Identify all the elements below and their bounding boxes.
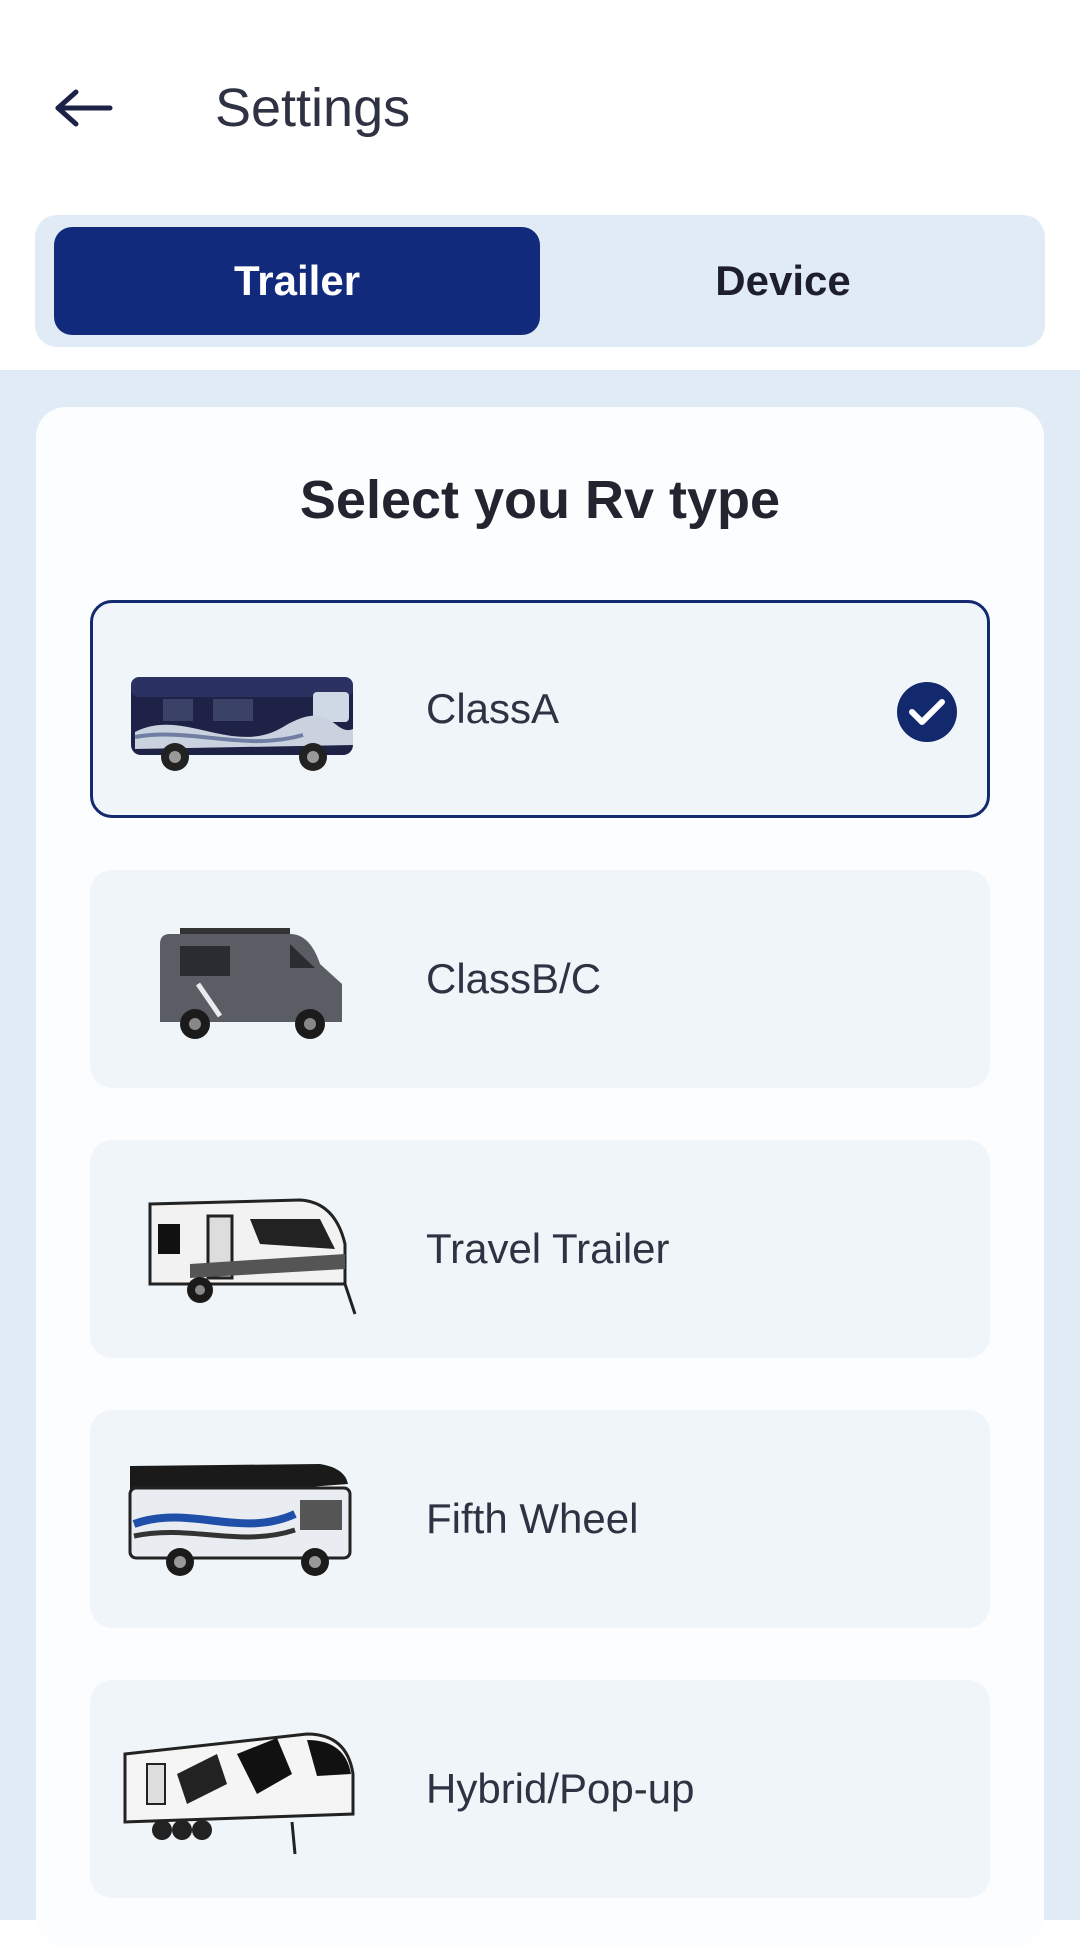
rv-option-class-a[interactable]: ClassA	[90, 600, 990, 818]
app-header: Settings	[0, 0, 1080, 215]
rv-option-fifth-wheel[interactable]: Fifth Wheel	[90, 1410, 990, 1628]
rv-option-label: Hybrid/Pop-up	[426, 1765, 695, 1812]
back-button[interactable]	[44, 70, 124, 146]
rv-option-label: ClassB/C	[426, 955, 602, 1002]
segmented-control: Trailer Device	[35, 215, 1045, 347]
arrow-left-icon	[55, 89, 113, 127]
rv-option-label: Travel Trailer	[426, 1225, 670, 1272]
travel-trailer-image	[148, 1198, 357, 1315]
tab-device[interactable]: Device	[540, 227, 1026, 335]
card-title: Select you Rv type	[299, 470, 781, 530]
hybrid-popup-image	[123, 1732, 355, 1855]
rv-option-class-b-c[interactable]: ClassB/C	[90, 870, 990, 1088]
rv-option-travel-trailer[interactable]: Travel Trailer	[90, 1140, 990, 1358]
tab-trailer[interactable]: Trailer	[54, 227, 540, 335]
rv-option-label: ClassA	[426, 685, 560, 732]
class-a-motorhome-image	[131, 677, 353, 771]
fifth-wheel-image	[128, 1464, 352, 1576]
rv-option-label: Fifth Wheel	[426, 1495, 639, 1542]
checkmark-icon	[897, 682, 957, 742]
rv-option-hybrid-popup[interactable]: Hybrid/Pop-up	[90, 1680, 990, 1898]
camper-van-image	[160, 928, 342, 1039]
page-title: Settings	[215, 78, 411, 138]
